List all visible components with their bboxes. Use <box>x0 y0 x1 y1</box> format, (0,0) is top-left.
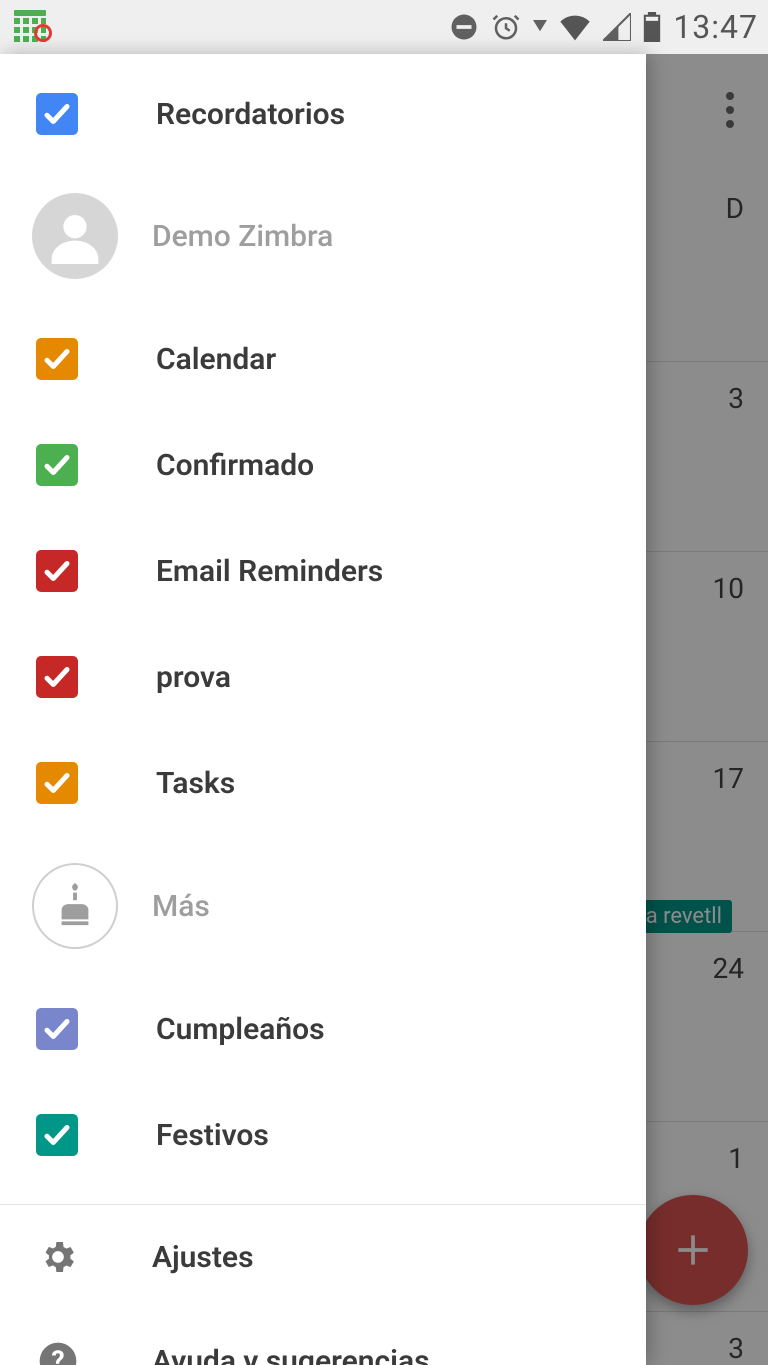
drawer-item-label: Más <box>152 889 210 924</box>
drawer-item-calendar[interactable]: Cumpleaños <box>0 976 646 1082</box>
wifi-icon <box>559 13 591 41</box>
checkbox-icon[interactable] <box>36 93 78 135</box>
cell-signal-icon <box>603 13 631 41</box>
avatar-icon <box>32 193 118 279</box>
birthday-icon <box>32 863 118 949</box>
account-name: Demo Zimbra <box>152 219 333 254</box>
checkbox-icon[interactable] <box>36 338 78 380</box>
app-small-icon <box>10 10 54 44</box>
help-icon: ? <box>36 1339 80 1365</box>
drawer-item-label: Calendar <box>156 342 276 377</box>
svg-text:?: ? <box>51 1344 64 1365</box>
navigation-drawer: Recordatorios Demo Zimbra Calendar Confir… <box>0 54 646 1365</box>
checkbox-icon[interactable] <box>36 1008 78 1050</box>
status-clock: 13:47 <box>673 8 758 46</box>
drawer-item-recordatorios[interactable]: Recordatorios <box>0 62 646 166</box>
checkbox-icon[interactable] <box>36 550 78 592</box>
drawer-item-label: Ajustes <box>152 1240 254 1275</box>
drawer-item-label: Recordatorios <box>156 97 345 132</box>
drawer-item-more[interactable]: Más <box>0 836 646 976</box>
drawer-item-calendar[interactable]: prova <box>0 624 646 730</box>
dnd-icon <box>449 12 479 42</box>
drawer-item-calendar[interactable]: Tasks <box>0 730 646 836</box>
gear-icon <box>36 1235 80 1279</box>
checkbox-icon[interactable] <box>36 762 78 804</box>
alarm-icon <box>491 12 521 42</box>
status-bar: 13:47 <box>0 0 768 54</box>
dropdown-small-icon <box>533 20 547 34</box>
drawer-item-settings[interactable]: Ajustes <box>0 1205 646 1309</box>
drawer-item-label: Ayuda y sugerencias <box>152 1344 430 1365</box>
checkbox-icon[interactable] <box>36 1114 78 1156</box>
checkbox-icon[interactable] <box>36 656 78 698</box>
drawer-item-label: Tasks <box>156 766 235 801</box>
battery-icon <box>643 12 661 42</box>
drawer-item-label: Cumpleaños <box>156 1012 325 1047</box>
drawer-item-label: Festivos <box>156 1118 269 1153</box>
drawer-item-calendar[interactable]: Festivos <box>0 1082 646 1188</box>
drawer-item-label: Email Reminders <box>156 554 383 589</box>
drawer-item-calendar[interactable]: Email Reminders <box>0 518 646 624</box>
drawer-item-label: prova <box>156 660 231 695</box>
drawer-account-header[interactable]: Demo Zimbra <box>0 166 646 306</box>
drawer-item-help[interactable]: ? Ayuda y sugerencias <box>0 1309 646 1365</box>
drawer-item-calendar[interactable]: Calendar <box>0 306 646 412</box>
drawer-item-calendar[interactable]: Confirmado <box>0 412 646 518</box>
checkbox-icon[interactable] <box>36 444 78 486</box>
drawer-item-label: Confirmado <box>156 448 314 483</box>
